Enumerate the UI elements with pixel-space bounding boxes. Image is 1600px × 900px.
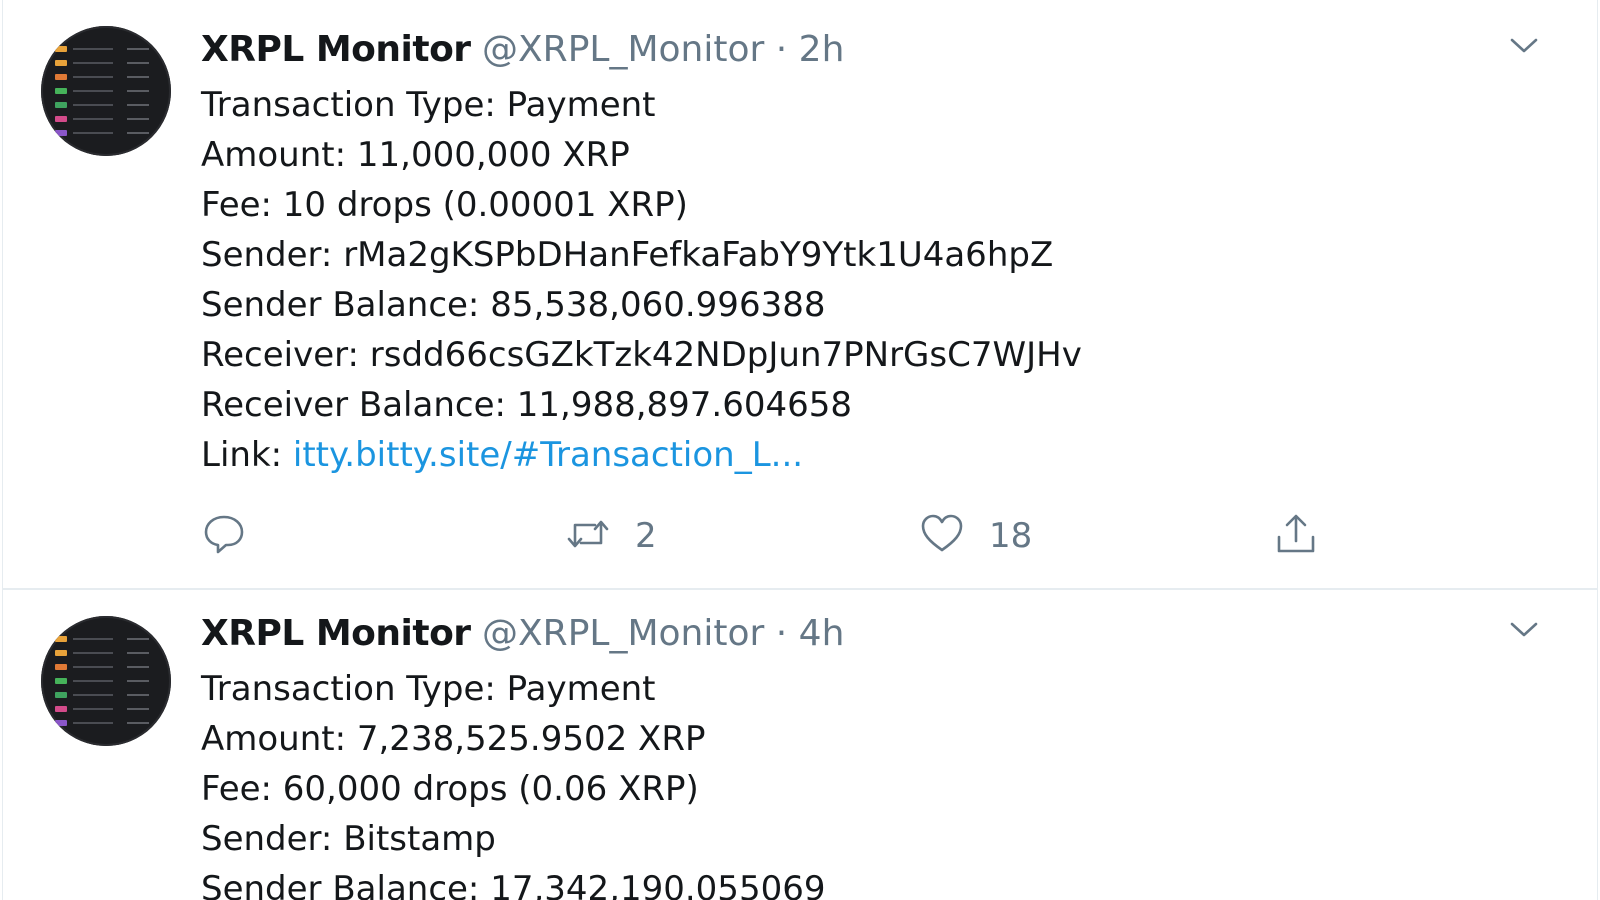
tweet-line: Sender Balance: 17,342,190.055069 xyxy=(201,869,826,900)
tweet-line: Sender Balance: 85,538,060.996388 xyxy=(201,285,826,325)
tweet-content: XRPL Monitor @XRPL_Monitor · 2h Transact… xyxy=(201,24,1557,480)
reply-icon xyxy=(201,511,247,561)
heart-icon xyxy=(919,511,965,561)
author-name[interactable]: XRPL Monitor xyxy=(201,613,471,654)
retweet-icon xyxy=(565,511,611,561)
retweet-count: 2 xyxy=(635,516,657,556)
reply-button[interactable] xyxy=(201,508,271,564)
like-count: 18 xyxy=(989,516,1033,556)
tweet-content: XRPL Monitor @XRPL_Monitor · 4h Transact… xyxy=(201,608,1557,900)
tweet-link-line: Link: itty.bitty.site/#Transaction_L... xyxy=(201,430,1557,480)
avatar[interactable] xyxy=(41,26,171,156)
tweet-timestamp[interactable]: 2h xyxy=(799,29,845,70)
share-icon xyxy=(1273,511,1319,561)
tweet-line: Sender: Bitstamp xyxy=(201,819,496,859)
tweet-line: Receiver: rsdd66csGZkTzk42NDpJun7PNrGsC7… xyxy=(201,335,1082,375)
tweet-line: Fee: 60,000 drops (0.06 XRP) xyxy=(201,769,699,809)
tweet-line: Receiver Balance: 11,988,897.604658 xyxy=(201,385,853,425)
tweet-text: Transaction Type: Payment Amount: 11,000… xyxy=(201,80,1557,480)
tweet-line: Amount: 11,000,000 XRP xyxy=(201,135,630,175)
separator-dot: · xyxy=(775,613,788,654)
tweet-line: Amount: 7,238,525.9502 XRP xyxy=(201,719,706,759)
tweet[interactable]: XRPL Monitor @XRPL_Monitor · 4h Transact… xyxy=(2,590,1598,900)
link-label: Link: xyxy=(201,435,293,475)
author-name[interactable]: XRPL Monitor xyxy=(201,29,471,70)
share-button[interactable] xyxy=(1273,508,1319,564)
separator-dot: · xyxy=(775,29,788,70)
author-handle[interactable]: @XRPL_Monitor xyxy=(482,29,764,70)
tweet-line: Fee: 10 drops (0.00001 XRP) xyxy=(201,185,688,225)
tweet-line: Transaction Type: Payment xyxy=(201,669,656,709)
tweet-text: Transaction Type: Payment Amount: 7,238,… xyxy=(201,664,1557,900)
tweet-actions: 2 18 xyxy=(201,508,1351,564)
chevron-down-icon[interactable] xyxy=(1509,620,1539,640)
avatar[interactable] xyxy=(41,616,171,746)
tweet-line: Transaction Type: Payment xyxy=(201,85,656,125)
tweet-link[interactable]: itty.bitty.site/#Transaction_L... xyxy=(293,435,803,475)
tweet-header: XRPL Monitor @XRPL_Monitor · 4h xyxy=(201,608,1557,660)
tweet-header: XRPL Monitor @XRPL_Monitor · 2h xyxy=(201,24,1557,76)
like-button[interactable]: 18 xyxy=(919,508,1032,564)
tweet-line: Sender: rMa2gKSPbDHanFefkaFabY9Ytk1U4a6h… xyxy=(201,235,1054,275)
author-handle[interactable]: @XRPL_Monitor xyxy=(482,613,764,654)
tweet[interactable]: XRPL Monitor @XRPL_Monitor · 2h Transact… xyxy=(2,0,1598,590)
chevron-down-icon[interactable] xyxy=(1509,36,1539,56)
tweet-timestamp[interactable]: 4h xyxy=(799,613,845,654)
retweet-button[interactable]: 2 xyxy=(565,508,657,564)
timeline-feed: XRPL Monitor @XRPL_Monitor · 2h Transact… xyxy=(0,0,1600,900)
